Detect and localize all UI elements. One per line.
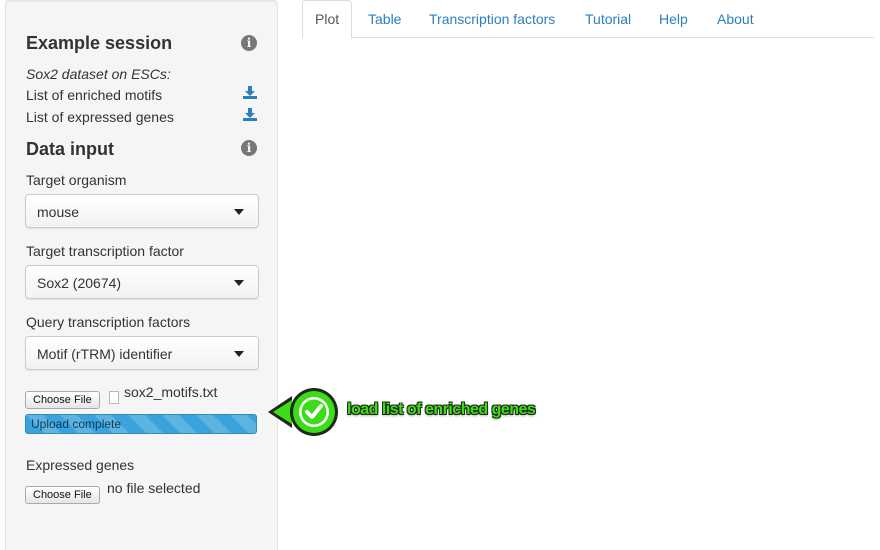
chevron-down-icon: [234, 351, 244, 357]
tab-about[interactable]: About: [705, 0, 766, 38]
main-tabs: Plot Table Transcription factors Tutoria…: [302, 0, 874, 39]
tab-plot[interactable]: Plot: [302, 0, 353, 39]
target-tf-select[interactable]: Sox2 (20674): [25, 265, 259, 299]
motif-file-name: sox2_motifs.txt: [124, 384, 218, 400]
expressed-genes-label: Expressed genes: [26, 457, 135, 473]
tab-help[interactable]: Help: [647, 0, 700, 38]
example-session-subtitle: Sox2 dataset on ESCs:: [26, 66, 171, 82]
data-input-title: Data input: [26, 139, 114, 159]
sidebar-panel: Example session i Sox2 dataset on ESCs: …: [5, 0, 278, 550]
chevron-down-icon: [234, 280, 244, 286]
target-tf-value: Sox2 (20674): [37, 275, 122, 291]
target-organism-value: mouse: [37, 204, 80, 220]
motif-choose-file-button[interactable]: Choose File: [25, 391, 100, 409]
query-tfs-select[interactable]: Motif (rTRM) identifier: [25, 336, 259, 370]
download-icon[interactable]: [243, 86, 257, 99]
download-icon[interactable]: [243, 108, 257, 121]
upload-progress-bar: Upload complete: [25, 414, 257, 434]
info-icon[interactable]: i: [241, 35, 257, 51]
enriched-motifs-link[interactable]: List of enriched motifs: [26, 87, 162, 103]
genes-choose-file-button[interactable]: Choose File: [25, 486, 100, 504]
info-icon[interactable]: i: [241, 140, 257, 156]
expressed-genes-link[interactable]: List of expressed genes: [26, 109, 174, 125]
tab-table[interactable]: Table: [356, 0, 413, 38]
target-tf-label: Target transcription factor: [26, 243, 184, 259]
chevron-down-icon: [234, 209, 244, 215]
query-tfs-value: Motif (rTRM) identifier: [37, 346, 173, 362]
example-session-title: Example session: [26, 33, 173, 53]
tab-transcription-factors[interactable]: Transcription factors: [417, 0, 567, 38]
upload-progress-text: Upload complete: [31, 417, 122, 431]
annotation-text: load list of enriched genes: [347, 401, 536, 418]
checkmark-icon: [268, 388, 338, 436]
tab-tutorial[interactable]: Tutorial: [573, 0, 643, 38]
query-tfs-label: Query transcription factors: [26, 314, 191, 330]
genes-file-status: no file selected: [107, 480, 201, 496]
target-organism-label: Target organism: [26, 172, 127, 188]
target-organism-select[interactable]: mouse: [25, 194, 259, 228]
file-icon: [109, 391, 119, 404]
